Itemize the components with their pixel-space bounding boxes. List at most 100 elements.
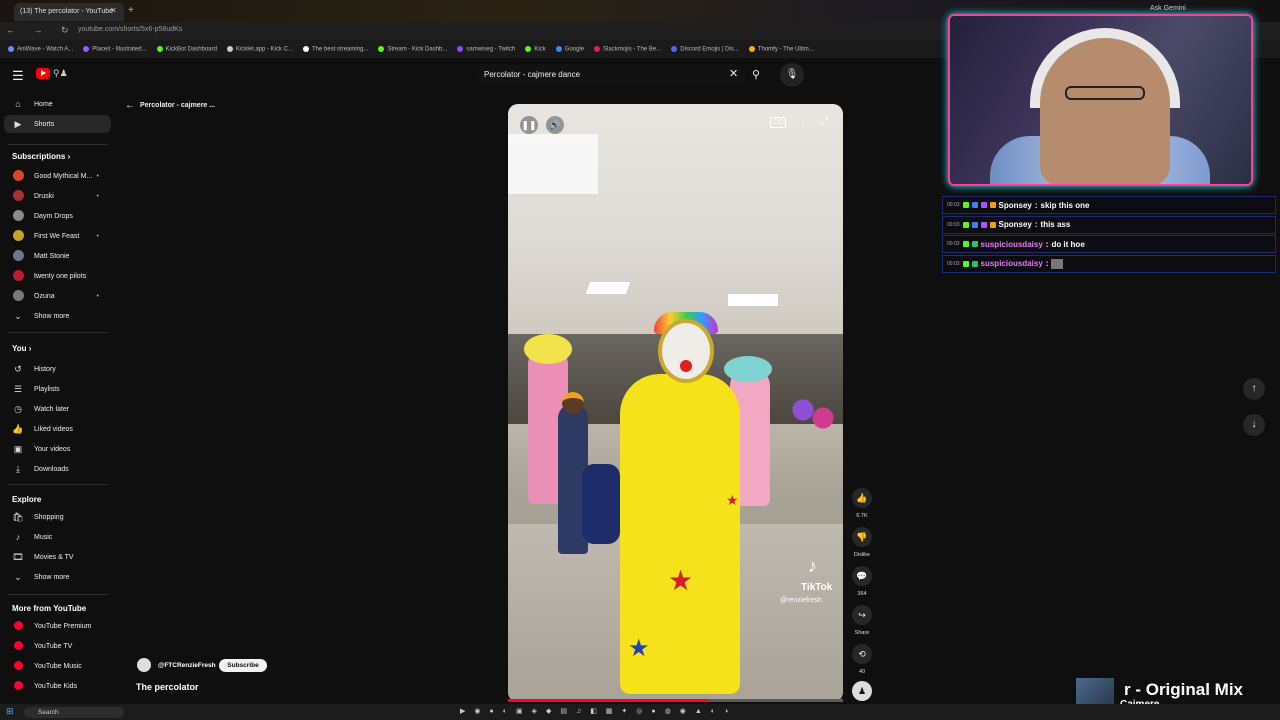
sidebar-item-your-videos[interactable]: ▣ Your videos [0, 440, 107, 458]
sidebar-item-watch-later[interactable]: ◷ Watch later [0, 400, 107, 418]
sidebar-item-history[interactable]: ↺ History [0, 360, 107, 378]
clear-search-icon[interactable]: ✕ [729, 67, 738, 80]
sidebar-item-channel[interactable]: Good Mythical M... • [0, 167, 107, 185]
bookmark-favicon-icon [303, 45, 310, 52]
sidebar-item-shorts[interactable]: ▶ Shorts [4, 115, 111, 133]
sidebar-item-music[interactable]: ♪ Music [0, 528, 107, 546]
channel-name[interactable]: @FTCRenzieFresh [158, 662, 216, 669]
bookmark-label: Discord Emojis | Dis... [680, 46, 739, 53]
back-arrow-icon[interactable]: ← [125, 100, 135, 111]
channel-avatar[interactable] [137, 658, 151, 672]
url-field[interactable]: youtube.com/shorts/5x6-p58udKs [78, 26, 182, 33]
sidebar-item-liked-videos[interactable]: 👍 Liked videos [0, 420, 107, 438]
sidebar-item-youtube-tv[interactable]: YouTube TV [0, 637, 107, 655]
sidebar-item-channel[interactable]: Druski • [0, 187, 107, 205]
bookmark-item[interactable]: Thomfy - The Ultim... [748, 45, 814, 52]
bookmark-item[interactable]: KickBot Dashboard [156, 45, 217, 53]
bookmark-item[interactable]: AniWave - Watch A... [8, 45, 74, 53]
search-input[interactable]: Percolator - cajmere dance [476, 64, 746, 86]
sidebar-show-more[interactable]: ⌄ Show more [0, 568, 107, 586]
sidebar-show-more-icon: ⌄ [14, 571, 22, 582]
taskbar-app-icons[interactable]: ▶◉●◐▣◈◆▤♫◧▦✦◎●◍◉▲◐◑ [460, 707, 737, 715]
bookmark-label: KickBot Dashboard [165, 46, 217, 53]
chat-timestamp: 00:03 [947, 241, 960, 247]
subscriptions-heading[interactable]: Subscriptions › [12, 152, 70, 161]
sidebar-item-youtube-music[interactable]: YouTube Music [0, 657, 107, 675]
sidebar-item-downloads[interactable]: ⤓ Downloads [0, 460, 107, 478]
chat-username: suspiciousdaisy [980, 239, 1043, 249]
sidebar-item-channel[interactable]: twenty one pilots [0, 267, 107, 285]
bookmark-item[interactable]: Placeit - Illustrated... [83, 45, 147, 52]
bookmark-label: samwiseg - Twitch [466, 46, 516, 53]
chat-badge-icon [971, 260, 978, 267]
browser-nav-icons[interactable]: ← → ↻ [6, 25, 77, 36]
sidebar-item-label: Ozuna [34, 292, 55, 300]
bookmark-label: AniWave - Watch A... [17, 46, 74, 53]
bookmark-item[interactable]: Google [555, 45, 584, 52]
sidebar-show-more[interactable]: ⌄ Show more [0, 307, 107, 325]
short-back-title[interactable]: Percolator - cajmere ... [140, 102, 215, 109]
microphone-icon[interactable]: 🎙 [780, 63, 804, 87]
sidebar-item-label: Show more [34, 573, 70, 581]
search-icon[interactable]: ⚲ [752, 68, 760, 81]
chat-username: suspiciousdaisy [980, 259, 1043, 268]
sidebar-item-label: Music [34, 533, 53, 541]
sidebar-item-shopping[interactable]: 🛍 Shopping [0, 508, 107, 526]
bookmark-item[interactable]: Kick [525, 45, 546, 52]
bookmark-item[interactable]: samwiseg - Twitch [457, 45, 516, 53]
sidebar-item-channel[interactable]: Matt Stonie [0, 247, 107, 265]
short-video-player[interactable]: ★ ★ ★ [508, 104, 843, 702]
remix-count: 40 [858, 669, 866, 675]
pause-icon[interactable]: ❚❚ [520, 116, 538, 134]
bookmark-item[interactable]: Kicklet.app - Kick C... [226, 45, 293, 52]
sidebar-item-label: Home [34, 100, 53, 108]
sidebar-item-youtube-kids[interactable]: YouTube Kids [0, 677, 107, 695]
chat-badge-icon [980, 221, 987, 228]
new-tab-button[interactable]: + [128, 5, 134, 16]
ask-gemini-button[interactable]: Ask Gemini [1150, 5, 1186, 12]
sidebar-item-shopping-icon: 🛍 [12, 511, 24, 522]
sidebar-item-playlists[interactable]: ☰ Playlists [0, 380, 107, 398]
sound-thumbnail-icon[interactable]: ♟ [852, 681, 872, 701]
menu-icon[interactable]: ☰ [12, 68, 24, 84]
previous-short-arrow-icon[interactable]: ↑ [1243, 378, 1265, 400]
you-heading[interactable]: You › [12, 344, 31, 353]
dislike-icon[interactable]: 👎 [852, 527, 872, 547]
bookmark-item[interactable]: Discord Emojis | Dis... [671, 45, 739, 53]
youtube-product-icon [12, 620, 24, 632]
logo-doodle-icon: ⚲♟ [53, 68, 68, 78]
sidebar-item-label: History [34, 365, 56, 373]
youtube-logo-play-icon [41, 70, 46, 76]
explore-heading[interactable]: Explore [12, 495, 41, 504]
bookmark-item[interactable]: The best streaming... [303, 45, 368, 52]
bookmark-item[interactable]: Slackmojis - The Be... [594, 45, 661, 52]
like-icon[interactable]: 👍 [852, 488, 872, 508]
sidebar-item-channel[interactable]: Daym Drops [0, 207, 107, 225]
short-title: The percolator [136, 682, 199, 692]
taskbar-search-input[interactable]: Search [24, 707, 124, 718]
more-options-icon[interactable]: ⋮ [798, 116, 808, 127]
windows-start-icon[interactable]: ⊞ [6, 706, 14, 717]
channel-avatar [12, 229, 24, 243]
sidebar-item-home[interactable]: ⌂ Home [0, 95, 107, 113]
tiktok-watermark: TikTok [801, 582, 833, 593]
browser-tab-active[interactable]: (13) The percolator - YouTube [14, 3, 124, 21]
more-from-youtube-heading[interactable]: More from YouTube [12, 604, 86, 613]
share-icon[interactable]: ↪ [852, 605, 872, 625]
next-short-arrow-icon[interactable]: ↓ [1243, 414, 1265, 436]
captions-button[interactable]: CC [770, 117, 787, 128]
sidebar-item-channel[interactable]: Ozuna • [0, 287, 107, 305]
remix-icon[interactable]: ⟲ [852, 644, 872, 664]
bookmark-item[interactable]: Stream - Kick Dashb... [378, 45, 447, 52]
volume-icon[interactable]: 🔊 [546, 116, 564, 134]
sidebar-item-label: Good Mythical M... [34, 172, 93, 180]
tab-close-icon[interactable]: ✕ [110, 6, 117, 15]
fullscreen-icon[interactable]: ⤢ [820, 116, 828, 127]
sidebar-item-channel[interactable]: First We Feast • [0, 227, 107, 245]
sidebar-item-movies-tv[interactable]: 🎞 Movies & TV [0, 548, 107, 566]
sidebar-item-youtube-premium[interactable]: YouTube Premium [0, 617, 107, 635]
subscribe-button[interactable]: Subscribe [219, 659, 267, 672]
bookmark-favicon-icon [525, 45, 532, 52]
comment-icon[interactable]: 💬 [852, 566, 872, 586]
video-kid-head [562, 392, 584, 414]
